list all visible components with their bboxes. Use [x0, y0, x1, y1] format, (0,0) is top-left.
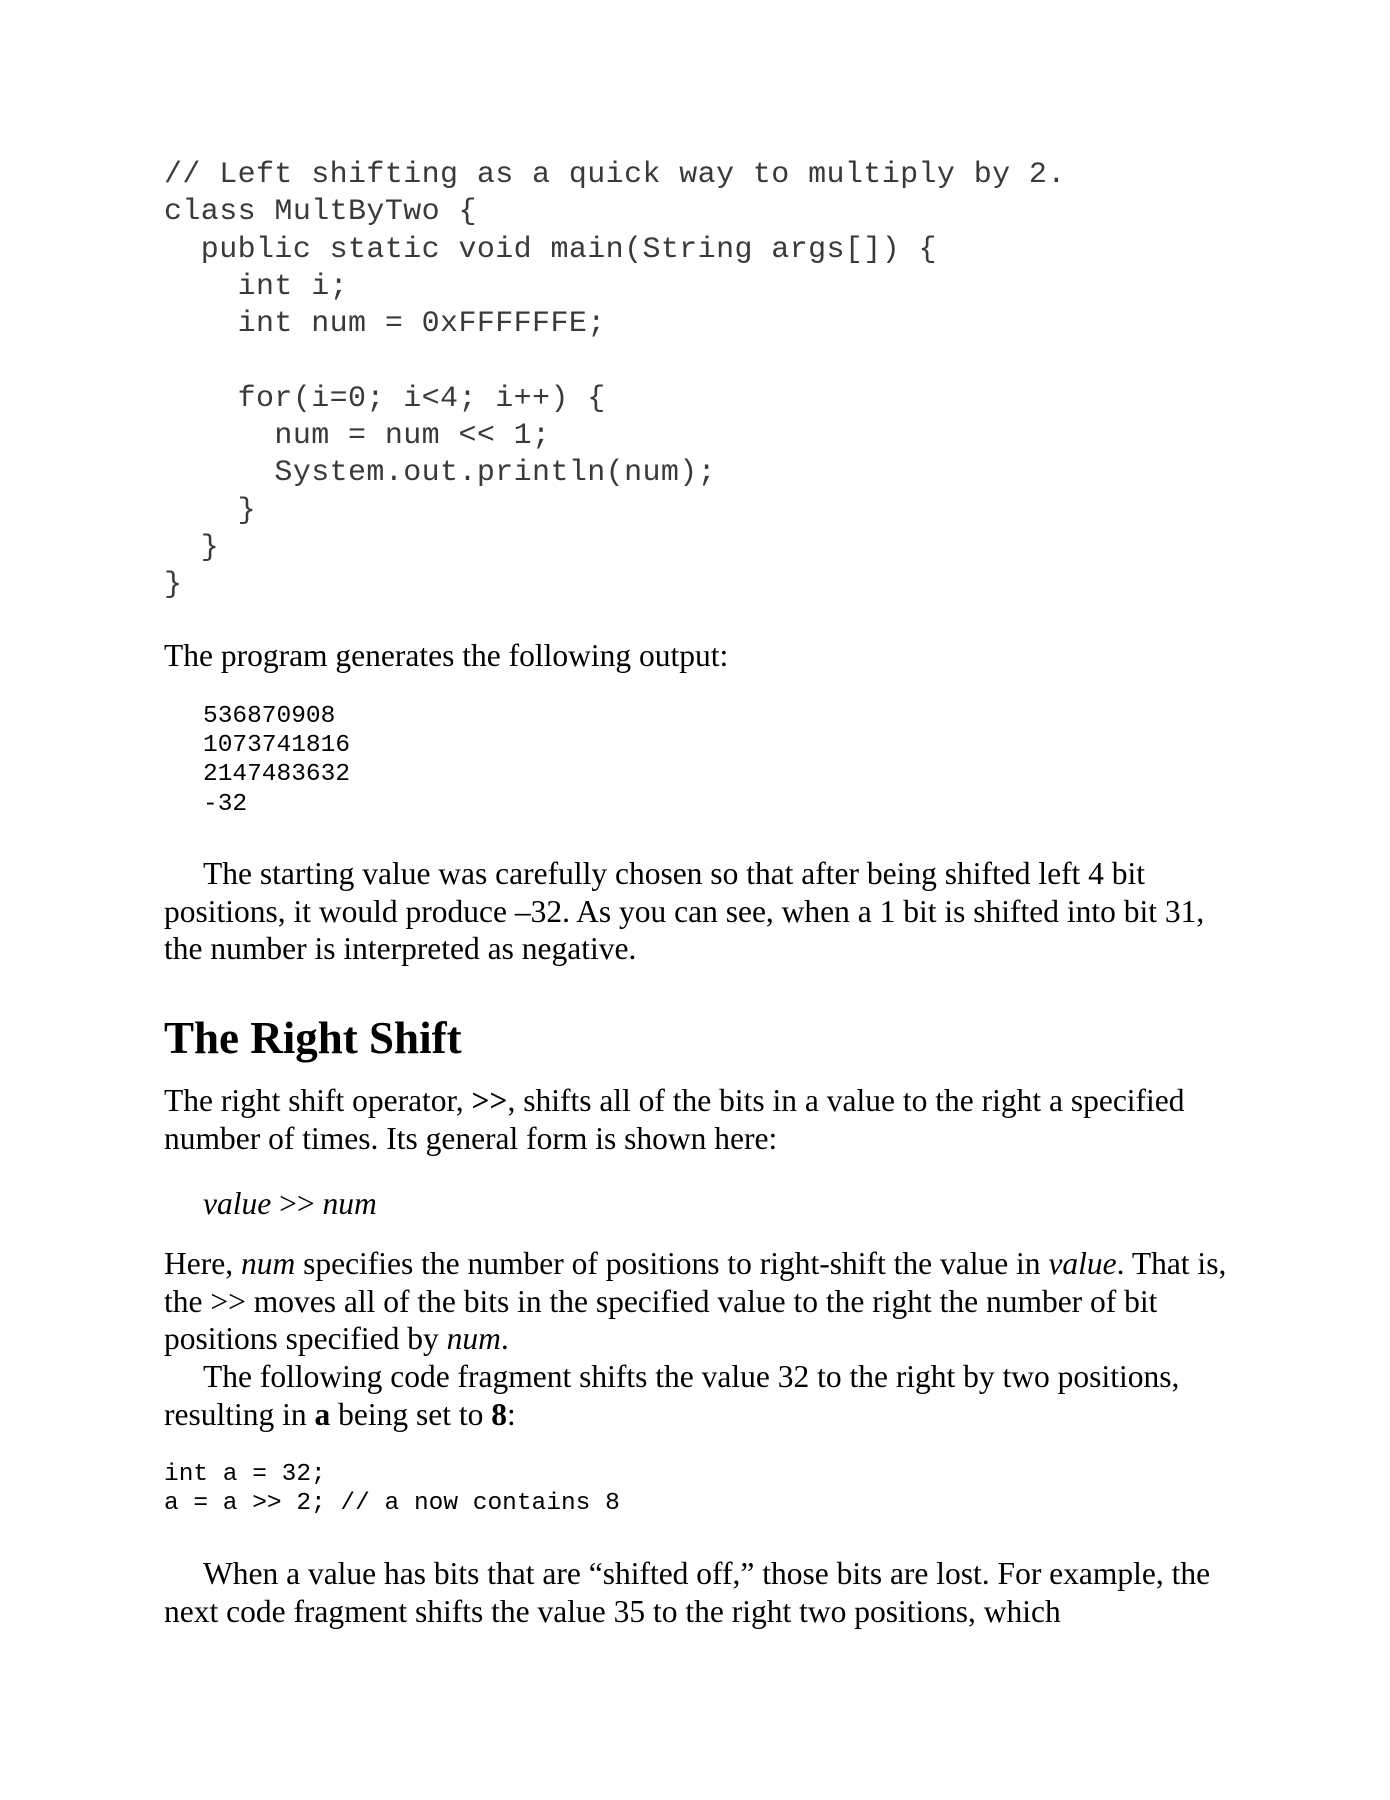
explanation-italic: num — [446, 1321, 501, 1356]
fragment-intro-bold: a — [314, 1396, 331, 1432]
explanation-text: specifies the number of positions to rig… — [295, 1246, 1049, 1281]
fragment-line: int a = 32; — [164, 1461, 326, 1488]
fragment-intro-paragraph: The following code fragment shifts the v… — [164, 1358, 1244, 1433]
right-shift-intro-paragraph: The right shift operator, >>, shifts all… — [164, 1082, 1244, 1157]
starting-value-paragraph: The starting value was carefully chosen … — [164, 856, 1205, 966]
code-line: int num = 0xFFFFFFE; — [164, 307, 606, 342]
code-line: int i; — [164, 269, 349, 304]
code-listing-image: // Left shifting as a quick way to multi… — [164, 157, 1066, 605]
explanation-text: Here, — [164, 1246, 241, 1281]
explanation-text: . — [500, 1321, 509, 1356]
code-line: for(i=0; i<4; i++) { — [164, 381, 606, 416]
fragment-intro-text: being set to — [330, 1396, 492, 1432]
code-line: // Left shifting as a quick way to multi… — [164, 158, 1066, 192]
fragment-intro-text: : — [506, 1396, 516, 1432]
output-line: 536870908 — [203, 703, 336, 730]
explanation-italic: num — [240, 1246, 296, 1281]
syntax-value: value — [203, 1186, 272, 1221]
code-line: } — [164, 568, 183, 603]
code-line: public static void main(String args[]) { — [164, 232, 937, 267]
explanation-paragraph: Here, num specifies the number of positi… — [164, 1245, 1244, 1358]
output-line: -32 — [203, 790, 248, 818]
fragment-intro-bold: 8 — [491, 1396, 507, 1432]
general-form: value >> num — [203, 1185, 377, 1223]
explanation-italic: value — [1048, 1246, 1117, 1281]
code-fragment: int a = 32; a = a >> 2; // a now contains… — [164, 1460, 620, 1518]
fragment-line: a = a >> 2; // a now contains 8 — [164, 1490, 620, 1518]
output-line: 1073741816 — [203, 732, 351, 760]
syntax-num: num — [322, 1186, 377, 1221]
code-line: } — [164, 530, 220, 565]
syntax-operator: >> — [271, 1186, 323, 1221]
intro-text: The right shift operator, — [164, 1083, 472, 1118]
output-intro: The program generates the following outp… — [164, 638, 729, 673]
code-line: class MultByTwo { — [164, 195, 477, 230]
code-line: } — [164, 493, 257, 528]
code-line: num = num << 1; — [164, 419, 551, 454]
shifted-off-paragraph: When a value has bits that are “shifted … — [164, 1556, 1211, 1629]
section-heading: The Right Shift — [164, 1013, 462, 1063]
output-line: 2147483632 — [203, 761, 351, 789]
operator-text: >> — [471, 1083, 508, 1118]
code-line: ​ — [164, 343, 1066, 380]
program-output: 536870908 1073741816 2147483632 -32 — [203, 702, 350, 819]
code-line: System.out.println(num); — [164, 456, 717, 491]
